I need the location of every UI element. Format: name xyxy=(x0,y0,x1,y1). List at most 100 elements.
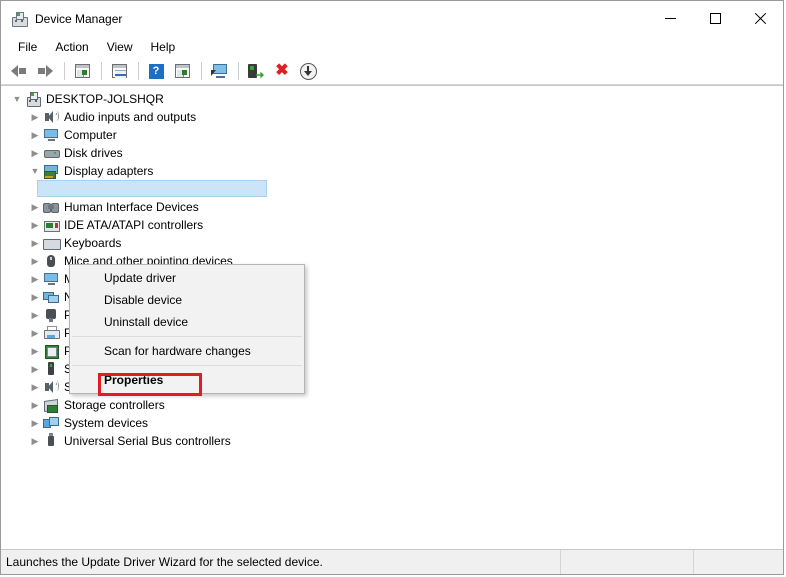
software-device-icon xyxy=(43,361,59,377)
chevron-right-icon[interactable]: ▶ xyxy=(27,216,43,234)
show-hide-console-tree-button[interactable] xyxy=(70,60,94,82)
tree-item-label: Human Interface Devices xyxy=(64,200,199,214)
status-message: Launches the Update Driver Wizard for th… xyxy=(1,550,561,574)
tree-item-universal-serial-bus-controllers[interactable]: ▶ Universal Serial Bus controllers xyxy=(9,432,783,450)
tree-item-system-devices[interactable]: ▶ System devices xyxy=(9,414,783,432)
close-icon xyxy=(754,12,767,25)
selection-highlight xyxy=(37,180,267,197)
help-button[interactable]: ? xyxy=(144,60,168,82)
menu-help[interactable]: Help xyxy=(142,38,185,56)
update-driver-icon xyxy=(248,63,264,79)
properties-button[interactable] xyxy=(107,60,131,82)
chevron-right-icon[interactable]: ▶ xyxy=(27,414,43,432)
processor-icon xyxy=(43,343,59,359)
tree-item-human-interface-devices[interactable]: ▶ Human Interface Devices xyxy=(9,198,783,216)
properties-icon xyxy=(111,64,127,78)
context-menu-item-scan-for-hardware-changes[interactable]: Scan for hardware changes xyxy=(70,340,304,362)
context-menu: Update driver Disable device Uninstall d… xyxy=(69,264,305,396)
tree-item-keyboards[interactable]: ▶ Keyboards xyxy=(9,234,783,252)
context-menu-item-properties[interactable]: Properties xyxy=(70,369,304,391)
disable-device-icon xyxy=(299,62,317,80)
chevron-right-icon[interactable]: ▶ xyxy=(27,144,43,162)
tree-item-label: Computer xyxy=(64,128,117,142)
chevron-right-icon[interactable]: ▶ xyxy=(27,342,43,360)
toolbar-separator xyxy=(64,62,65,80)
chevron-right-icon[interactable]: ▶ xyxy=(27,360,43,378)
tree-root-label: DESKTOP-JOLSHQR xyxy=(46,92,164,106)
title-bar: Device Manager xyxy=(1,1,783,36)
tree-item-ide-ata-atapi-controllers[interactable]: ▶ IDE ATA/ATAPI controllers xyxy=(9,216,783,234)
window-title: Device Manager xyxy=(35,11,123,26)
context-menu-item-update-driver[interactable]: Update driver xyxy=(70,267,304,289)
chevron-right-icon[interactable]: ▶ xyxy=(27,198,43,216)
forward-icon xyxy=(37,64,53,78)
chevron-right-icon[interactable]: ▶ xyxy=(27,396,43,414)
update-driver-button[interactable] xyxy=(244,60,268,82)
menu-file[interactable]: File xyxy=(9,38,46,56)
status-pane-3 xyxy=(694,550,783,574)
forward-button[interactable] xyxy=(33,60,57,82)
content-area: ▼ DESKTOP-JOLSHQR ▶ Audio inputs and out… xyxy=(1,85,783,549)
minimize-button[interactable] xyxy=(648,1,693,36)
menu-view[interactable]: View xyxy=(98,38,142,56)
device-manager-window: Device Manager File Action View Help ? ✖… xyxy=(0,0,784,575)
display-adapter-icon xyxy=(43,163,59,179)
chevron-right-icon[interactable]: ▶ xyxy=(27,270,43,288)
tree-item-label: Keyboards xyxy=(64,236,122,250)
tree-item-disk-drives[interactable]: ▶ Disk drives xyxy=(9,144,783,162)
disable-device-button[interactable] xyxy=(296,60,320,82)
tree-item-display-device-selected[interactable] xyxy=(9,180,783,198)
chevron-right-icon[interactable]: ▶ xyxy=(27,252,43,270)
hid-icon xyxy=(43,199,59,215)
context-menu-item-disable-device[interactable]: Disable device xyxy=(70,289,304,311)
chevron-right-icon[interactable]: ▶ xyxy=(27,234,43,252)
uninstall-device-button[interactable]: ✖ xyxy=(270,60,294,82)
ide-controller-icon xyxy=(43,217,60,233)
tree-item-display-adapters[interactable]: ▼ Display adapters xyxy=(9,162,783,180)
chevron-down-icon[interactable]: ▼ xyxy=(9,90,25,108)
tree-item-label: System devices xyxy=(64,416,149,430)
chevron-right-icon[interactable]: ▶ xyxy=(27,288,43,306)
tree-root-desktop[interactable]: ▼ DESKTOP-JOLSHQR xyxy=(9,90,783,108)
monitor-icon xyxy=(43,271,59,287)
chevron-down-icon[interactable]: ▼ xyxy=(27,162,43,180)
toolbar-separator xyxy=(201,62,202,80)
tree-item-audio-inputs-and-outputs[interactable]: ▶ Audio inputs and outputs xyxy=(9,108,783,126)
speaker-icon xyxy=(43,379,59,395)
tree-item-label: Audio inputs and outputs xyxy=(64,110,197,124)
context-menu-item-uninstall-device[interactable]: Uninstall device xyxy=(70,311,304,333)
tree-item-storage-controllers[interactable]: ▶ Storage controllers xyxy=(9,396,783,414)
tree-item-computer[interactable]: ▶ Computer xyxy=(9,126,783,144)
view-devices-button[interactable] xyxy=(170,60,194,82)
port-icon xyxy=(43,307,59,323)
show-hide-console-tree-icon xyxy=(74,64,90,78)
menu-action[interactable]: Action xyxy=(46,38,97,56)
window-controls xyxy=(648,1,783,36)
chevron-right-icon[interactable]: ▶ xyxy=(27,126,43,144)
view-devices-icon xyxy=(174,64,190,78)
network-adapter-icon xyxy=(43,289,59,305)
scan-for-hardware-changes-button[interactable] xyxy=(207,60,231,82)
speaker-icon xyxy=(43,109,59,125)
monitor-icon xyxy=(43,127,59,143)
maximize-button[interactable] xyxy=(693,1,738,36)
chevron-right-icon[interactable]: ▶ xyxy=(27,378,43,396)
tree-item-label: Display adapters xyxy=(64,164,154,178)
minimize-icon xyxy=(665,18,676,19)
chevron-right-icon[interactable]: ▶ xyxy=(27,324,43,342)
chevron-right-icon[interactable]: ▶ xyxy=(27,108,43,126)
printer-icon xyxy=(43,325,60,341)
close-button[interactable] xyxy=(738,1,783,36)
status-pane-2 xyxy=(561,550,694,574)
chevron-right-icon[interactable]: ▶ xyxy=(27,306,43,324)
back-button[interactable] xyxy=(7,60,31,82)
toolbar-separator xyxy=(101,62,102,80)
device-manager-icon xyxy=(11,11,28,27)
mouse-icon xyxy=(43,253,59,269)
maximize-icon xyxy=(710,13,721,24)
chevron-right-icon[interactable]: ▶ xyxy=(27,432,43,450)
tree-item-label: Storage controllers xyxy=(64,398,165,412)
back-icon xyxy=(11,64,27,78)
tree-item-label: Universal Serial Bus controllers xyxy=(64,434,231,448)
storage-controller-icon xyxy=(43,397,59,413)
